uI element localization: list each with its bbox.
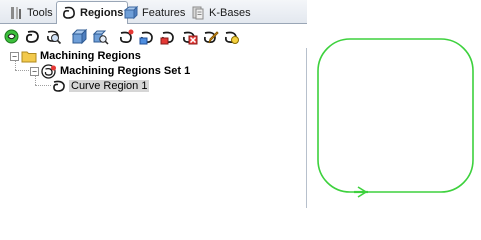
curve-region-shape [317, 38, 474, 198]
new-region-set-button[interactable] [3, 28, 20, 45]
create-feature-icon [71, 28, 88, 44]
tab-kbases-label: K-Bases [209, 7, 251, 19]
region-boundary [317, 38, 474, 193]
curve-region-icon [53, 80, 65, 92]
curve-region-icon [25, 30, 39, 43]
feature-view-icon [92, 30, 109, 45]
pick-region-icon [119, 29, 134, 43]
feature-view-button[interactable] [92, 28, 109, 45]
region-properties-button[interactable] [223, 28, 240, 45]
tree-node-machining-regions[interactable]: − Machining Regions [10, 49, 141, 63]
folder-icon [21, 51, 37, 63]
regions-panel: Tools Regions Features K-Bases − Machini… [0, 0, 307, 208]
draw-region-button[interactable] [139, 28, 156, 45]
rename-region-icon [203, 30, 219, 43]
tab-features[interactable]: Features [119, 2, 189, 24]
collapse-toggle[interactable]: − [10, 51, 19, 61]
features-icon [123, 5, 139, 20]
region-properties-icon [224, 31, 239, 44]
kbases-icon [192, 6, 204, 20]
edit-region-icon [160, 31, 174, 44]
tab-features-label: Features [142, 7, 186, 19]
regions-tree: − Machining Regions − Machining Regions … [0, 48, 307, 208]
tree-connector [15, 70, 29, 71]
pick-region-button[interactable] [118, 28, 135, 45]
tree-node-curve-region[interactable]: Curve Region 1 [52, 79, 150, 93]
new-region-set-icon [4, 29, 19, 43]
tree-label: Machining Regions [40, 50, 141, 62]
collapse-toggle[interactable]: − [30, 66, 39, 76]
tree-node-region-set[interactable]: − Machining Regions Set 1 [30, 63, 191, 79]
tab-strip: Tools Regions Features K-Bases [0, 0, 307, 25]
tab-tools[interactable]: Tools [4, 2, 57, 24]
draw-region-icon [139, 31, 153, 44]
delete-region-button[interactable] [181, 28, 198, 45]
edit-region-button[interactable] [160, 28, 177, 45]
graphics-viewport[interactable] [308, 0, 481, 208]
curve-region-button[interactable] [24, 28, 41, 45]
create-feature-button[interactable] [71, 28, 88, 45]
tab-kbases[interactable]: K-Bases [186, 2, 255, 24]
region-view-icon [47, 30, 62, 44]
tree-connector [35, 85, 51, 86]
region-set-icon [41, 63, 56, 79]
tools-icon [11, 7, 21, 19]
regions-toolbar [0, 24, 307, 48]
tree-label: Machining Regions Set 1 [60, 65, 191, 77]
tree-label: Curve Region 1 [69, 80, 150, 92]
delete-region-icon [182, 31, 198, 44]
tab-tools-label: Tools [27, 7, 53, 19]
region-view-button[interactable] [45, 28, 62, 45]
tab-regions-label: Regions [80, 7, 124, 19]
tab-regions[interactable]: Regions [56, 1, 129, 25]
regions-icon [63, 6, 75, 19]
rename-region-button[interactable] [202, 28, 219, 45]
